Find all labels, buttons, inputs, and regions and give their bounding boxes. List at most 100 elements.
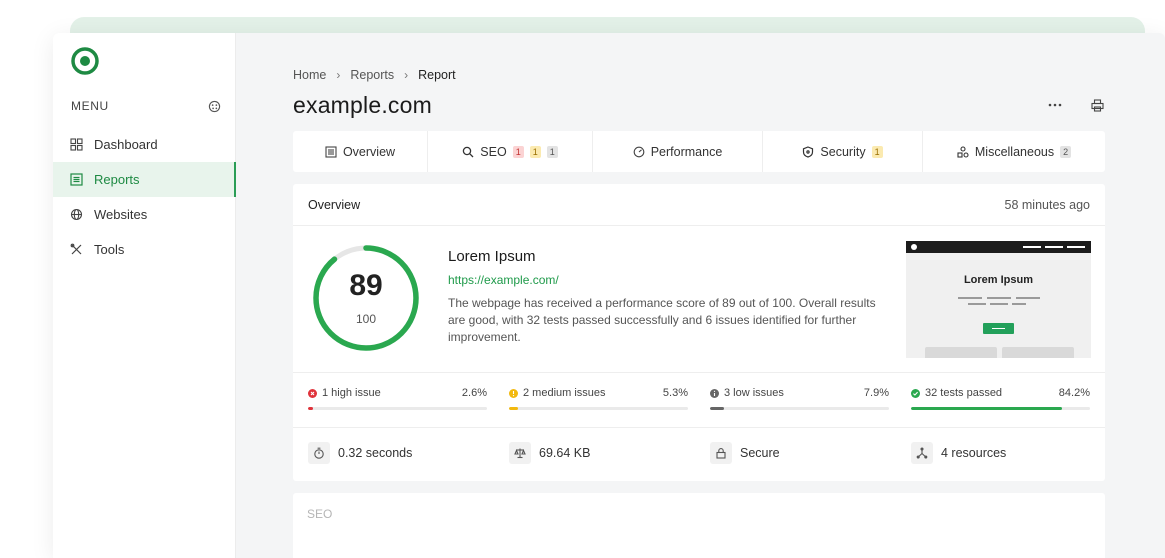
sidebar-item-label: Reports <box>94 172 140 187</box>
tab-label: Overview <box>342 144 396 159</box>
logo-icon[interactable] <box>69 45 101 77</box>
overview-card: Overview 58 minutes ago 89 100 Lorem Ips… <box>293 184 1105 481</box>
metric-label: 4 resources <box>941 446 1007 460</box>
globe-icon <box>69 207 84 222</box>
tab-security[interactable]: Security 1 <box>763 131 923 172</box>
stat-label: 2 medium issues <box>523 387 606 399</box>
metric-load-time: 0.32 seconds <box>308 442 412 464</box>
app-window: MENU Dashboard Reports Websites Tools Ho… <box>53 33 1165 558</box>
sidebar: MENU Dashboard Reports Websites Tools <box>53 33 236 558</box>
security-issue-badge: 1 <box>871 145 883 158</box>
metric-label: 0.32 seconds <box>338 446 413 460</box>
sidebar-item-websites[interactable]: Websites <box>53 197 236 232</box>
nodes-icon <box>911 442 933 464</box>
seo-section-title: SEO <box>307 507 333 521</box>
site-url-link[interactable]: https://example.com/ <box>448 273 888 287</box>
check-icon <box>911 388 920 398</box>
report-time: 58 minutes ago <box>1004 197 1090 212</box>
preview-title: Lorem Ipsum <box>963 274 1034 286</box>
tab-miscellaneous[interactable]: Miscellaneous 2 <box>923 131 1105 172</box>
report-description: The webpage has received a performance s… <box>448 296 876 344</box>
error-icon <box>308 388 317 398</box>
theme-toggle-icon[interactable] <box>208 100 221 113</box>
stat-fill <box>308 407 313 410</box>
list-icon <box>325 145 337 158</box>
sidebar-item-label: Websites <box>94 207 148 222</box>
metric-resources: 4 resources <box>911 442 1006 464</box>
metric-label: 69.64 KB <box>539 446 591 460</box>
stat-track <box>308 407 487 410</box>
stat-track <box>509 407 688 410</box>
sidebar-item-dashboard[interactable]: Dashboard <box>53 127 236 162</box>
breadcrumb-home[interactable]: Home <box>293 68 326 82</box>
tab-overview[interactable]: Overview <box>293 131 428 172</box>
tab-label: Performance <box>650 144 723 159</box>
tab-seo[interactable]: SEO 1 1 1 <box>428 131 593 172</box>
site-info: Lorem Ipsum https://example.com/ The web… <box>448 248 888 346</box>
misc-count-badge: 2 <box>1060 145 1072 158</box>
overview-summary: 89 100 Lorem Ipsum https://example.com/ … <box>293 226 1105 373</box>
grid-icon <box>69 137 84 152</box>
info-icon <box>710 388 719 398</box>
medium-issue-badge: 1 <box>529 145 541 158</box>
stopwatch-icon <box>308 442 330 464</box>
overview-title: Overview <box>308 197 361 212</box>
shapes-icon <box>957 145 969 158</box>
stat-fill <box>509 407 519 410</box>
lock-icon <box>710 442 732 464</box>
issue-stats: 1 high issue 2.6% 2 medium issues 5.3% 3… <box>293 373 1105 428</box>
report-tabs: Overview SEO 1 1 1 Performance Security … <box>293 131 1105 172</box>
stat-medium: 2 medium issues 5.3% <box>509 387 688 410</box>
menu-label: MENU <box>71 99 109 113</box>
website-preview[interactable]: Lorem Ipsum <box>906 241 1091 358</box>
menu-header: MENU <box>71 99 221 113</box>
sidebar-item-label: Dashboard <box>94 137 158 152</box>
warning-icon <box>509 388 518 398</box>
scale-icon <box>509 442 531 464</box>
search-icon <box>462 146 474 158</box>
print-icon[interactable] <box>1089 97 1105 113</box>
metric-page-size: 69.64 KB <box>509 442 590 464</box>
preview-logo <box>911 244 917 250</box>
sidebar-item-tools[interactable]: Tools <box>53 232 236 267</box>
high-issue-badge: 1 <box>512 145 524 158</box>
main-content: Home › Reports › Report example.com Over… <box>293 33 1105 558</box>
sidebar-item-reports[interactable]: Reports <box>53 162 236 197</box>
stat-high: 1 high issue 2.6% <box>308 387 487 410</box>
page-title: example.com <box>293 92 432 118</box>
tab-label: Miscellaneous <box>974 144 1055 159</box>
sidebar-nav: Dashboard Reports Websites Tools <box>53 127 236 267</box>
stat-fill <box>911 407 1062 410</box>
metric-label: Secure <box>740 446 780 460</box>
metric-security: Secure <box>710 442 780 464</box>
stat-percent: 5.3% <box>662 387 688 399</box>
score-max: 100 <box>355 312 377 326</box>
overview-header: Overview 58 minutes ago <box>293 184 1105 226</box>
tools-icon <box>69 242 84 257</box>
stat-track <box>710 407 889 410</box>
more-options-icon[interactable] <box>1047 97 1063 113</box>
shield-icon <box>802 145 814 158</box>
seo-section: SEO <box>293 493 1105 558</box>
sidebar-item-label: Tools <box>94 242 125 257</box>
stat-percent: 2.6% <box>461 387 487 399</box>
tab-label: Security <box>820 144 866 159</box>
stat-fill <box>710 407 725 410</box>
stat-label: 32 tests passed <box>925 387 1003 399</box>
site-title: Lorem Ipsum <box>448 248 536 265</box>
chevron-right-icon: › <box>404 68 409 82</box>
stat-percent: 84.2% <box>1058 387 1090 399</box>
stat-track <box>911 407 1090 410</box>
stat-percent: 7.9% <box>863 387 889 399</box>
stat-low: 3 low issues 7.9% <box>710 387 889 410</box>
preview-navbar <box>906 241 1091 253</box>
tab-label: SEO <box>480 144 507 159</box>
breadcrumb-reports[interactable]: Reports <box>350 68 394 82</box>
stat-label: 1 high issue <box>322 387 381 399</box>
tab-performance[interactable]: Performance <box>593 131 763 172</box>
breadcrumb-current: Report <box>418 68 456 82</box>
report-icon <box>69 172 84 187</box>
page-metrics: 0.32 seconds 69.64 KB Secure 4 resources <box>293 428 1105 480</box>
score-gauge: 89 100 <box>311 243 421 353</box>
breadcrumb: Home › Reports › Report <box>293 68 456 82</box>
